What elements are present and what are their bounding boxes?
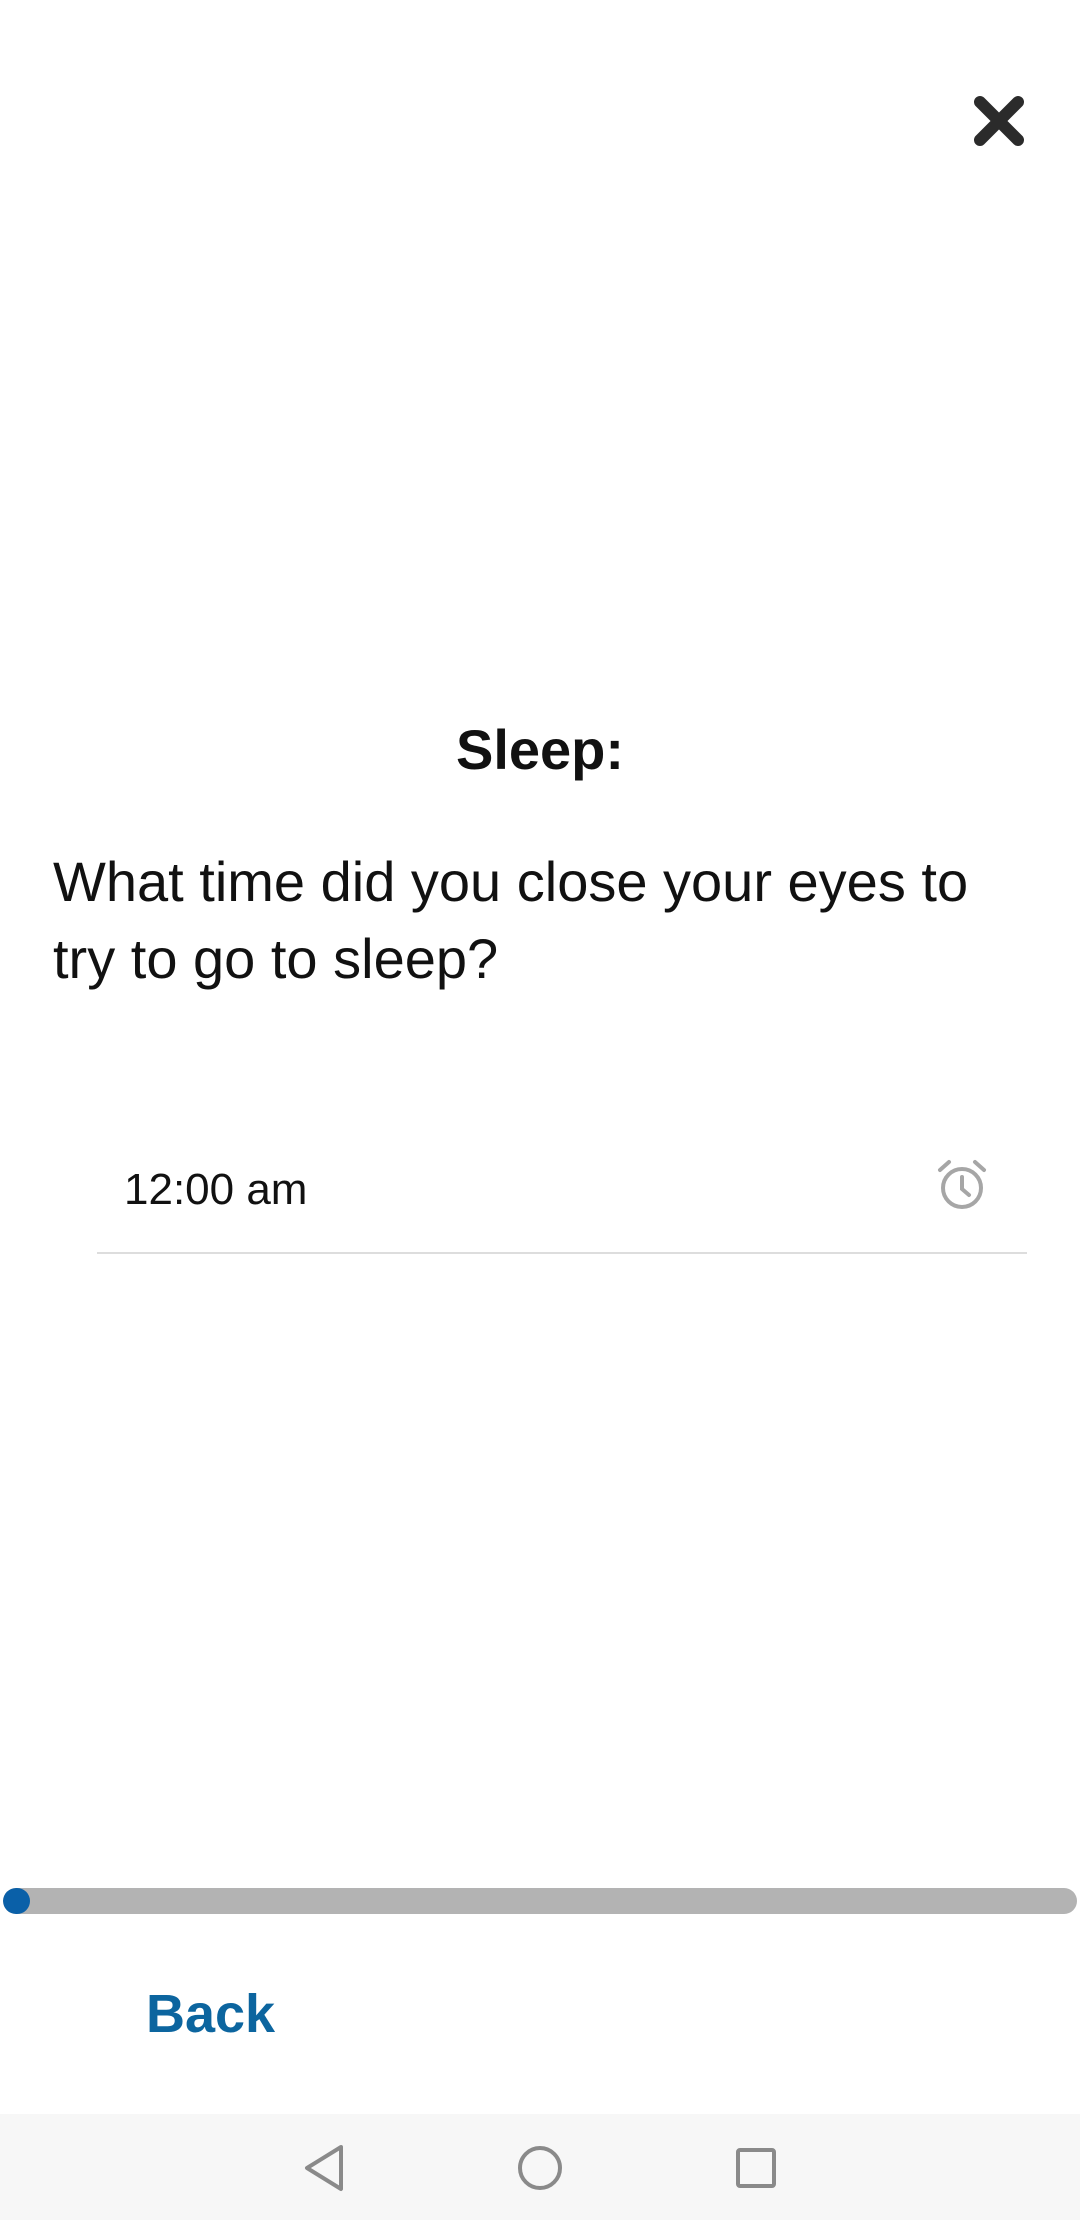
alarm-clock-icon	[938, 1160, 986, 1209]
section-title: Sleep:	[455, 718, 625, 781]
nav-home-button[interactable]	[508, 2136, 572, 2200]
recents-square-icon	[736, 2148, 776, 2188]
survey-screen: Sleep: What time did you close your eyes…	[0, 0, 1080, 2220]
system-navigation-bar	[0, 2114, 1080, 2220]
close-button[interactable]	[966, 88, 1032, 154]
question-text: What time did you close your eyes to try…	[53, 850, 969, 990]
back-button[interactable]: Back	[146, 1978, 275, 2050]
progress-bar	[3, 1888, 1077, 1914]
time-value: 12:00 am	[124, 1165, 308, 1214]
close-icon	[974, 96, 1024, 146]
nav-back-button[interactable]	[292, 2136, 356, 2200]
time-picker-field[interactable]: 12:00 am	[97, 1140, 1027, 1254]
back-triangle-icon	[305, 2145, 343, 2191]
progress-bar-fill	[3, 1888, 30, 1914]
nav-recents-button[interactable]	[724, 2136, 788, 2200]
home-circle-icon	[518, 2146, 562, 2190]
